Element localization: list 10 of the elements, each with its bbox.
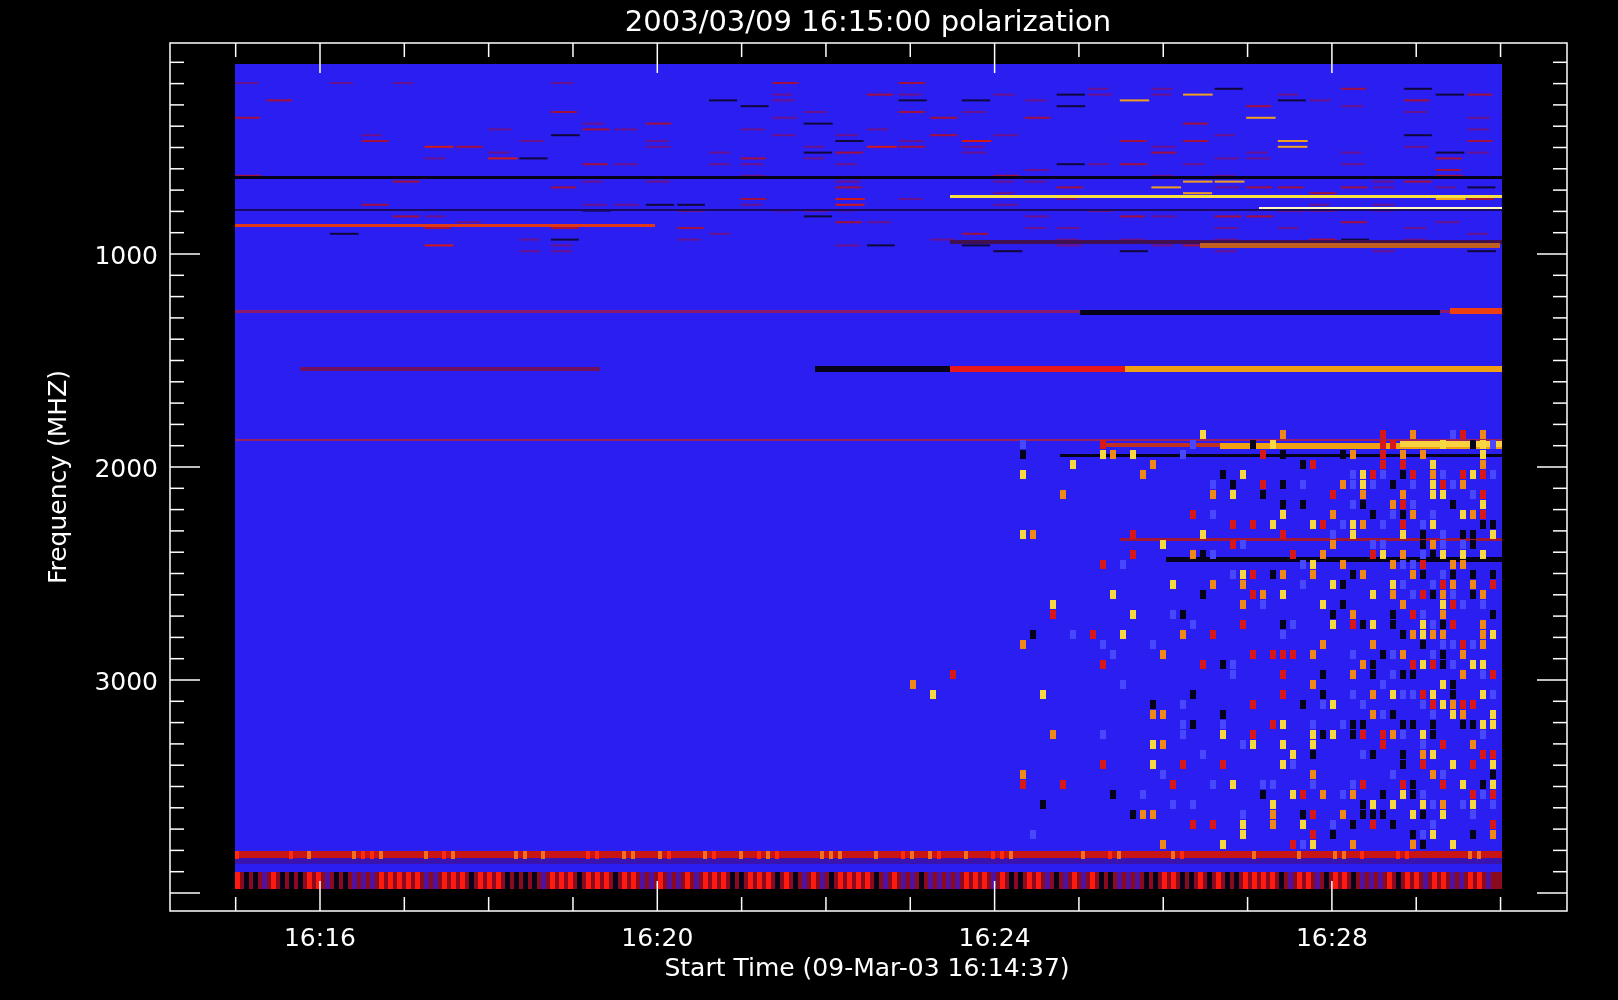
y-tick-label: 1000 — [94, 241, 158, 270]
x-axis-label: Start Time (09-Mar-03 16:14:37) — [664, 953, 1070, 982]
y-tick-label: 2000 — [94, 454, 158, 483]
y-axis-label: Frequency (MHZ) — [43, 369, 72, 585]
x-tick-label: 16:28 — [1295, 923, 1368, 952]
x-tick-label: 16:20 — [621, 923, 694, 952]
x-tick-label: 16:16 — [284, 923, 356, 952]
x-tick-label: 16:24 — [958, 923, 1031, 952]
y-tick-label: 3000 — [94, 667, 158, 696]
chart-title: 2003/03/09 16:15:00 polarization — [624, 4, 1112, 38]
